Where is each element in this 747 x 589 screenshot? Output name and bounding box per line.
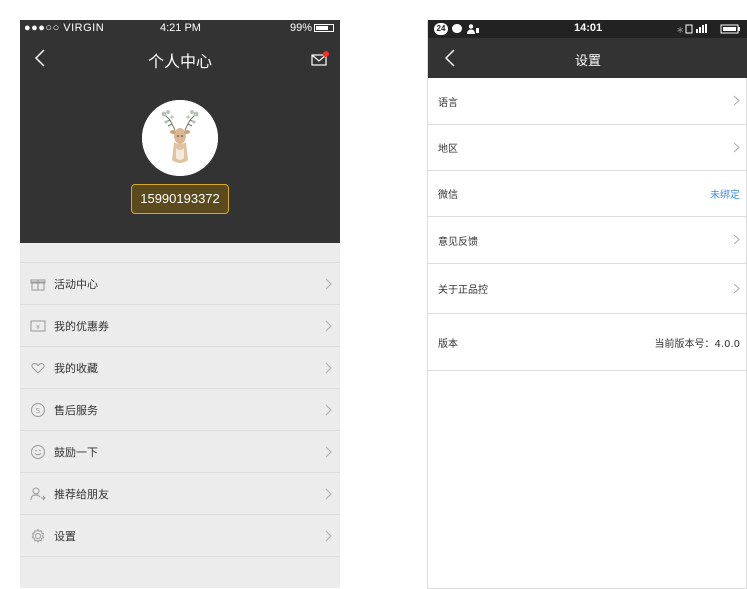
menu-item-label: 售后服务 (54, 403, 98, 417)
settings-item-label: 微信 (438, 190, 458, 201)
gift-icon (30, 279, 46, 290)
settings-item-version: 版本 当前版本号：4.0.0 (428, 314, 746, 371)
profile-menu: 活动中心 ¥ 我的优惠券 我的收藏 S 售后服务 鼓励一下 推荐给朋友 设置 (20, 243, 340, 557)
settings-menu: 语言 地区 微信 未绑定 意见反馈 关于正品控 版本 当前版本号：4.0.0 (428, 78, 746, 371)
menu-item-label: 推荐给朋友 (54, 487, 109, 501)
menu-item-recommend[interactable]: 推荐给朋友 (20, 473, 340, 515)
chevron-right-icon (325, 404, 332, 415)
chevron-right-icon (733, 283, 740, 293)
settings-item-label: 语言 (438, 97, 458, 109)
smile-icon (31, 444, 45, 459)
chevron-right-icon (733, 234, 740, 245)
menu-item-label: 设置 (54, 529, 76, 543)
settings-screen: 24 14:01 ∗ 设置 语言 地区 微信 未绑定 意见反馈 关于正品控 版本… (427, 20, 747, 589)
menu-item-my-coupons[interactable]: ¥ 我的优惠券 (20, 305, 340, 347)
settings-item-region[interactable]: 地区 (428, 125, 746, 171)
menu-item-label: 我的收藏 (54, 361, 98, 375)
profile-screen: ●●●○○ VIRGIN 4:21 PM 99% 个人中心 1599019337… (20, 20, 340, 588)
wechat-bind-status[interactable]: 未绑定 (710, 186, 740, 201)
status-time: 14:01 (574, 22, 603, 34)
notification-count-badge: 24 (434, 23, 448, 35)
svg-text:S: S (36, 407, 41, 415)
chevron-right-icon (325, 530, 332, 541)
mail-icon[interactable] (310, 50, 330, 68)
status-bar: 24 14:01 ∗ (428, 20, 747, 38)
settings-header: 设置 (428, 38, 747, 78)
menu-item-activity-center[interactable]: 活动中心 (20, 263, 340, 305)
service-icon: S (31, 402, 45, 417)
coupon-icon: ¥ (30, 320, 46, 331)
chevron-right-icon (325, 278, 332, 289)
heart-icon (31, 362, 45, 374)
chevron-right-icon (325, 488, 332, 499)
recommend-icon (30, 487, 46, 500)
status-bar: ●●●○○ VIRGIN 4:21 PM 99% (20, 20, 340, 38)
profile-header: 个人中心 15990193372 (20, 38, 340, 244)
battery-percent: 99% (289, 22, 312, 34)
settings-item-language[interactable]: 语言 (428, 78, 746, 125)
svg-text:¥: ¥ (36, 324, 40, 331)
system-status-icons: ∗ (676, 24, 740, 35)
version-number: 当前版本号：4.0.0 (654, 338, 740, 350)
menu-item-after-sales[interactable]: S 售后服务 (20, 389, 340, 431)
settings-item-about[interactable]: 关于正品控 (428, 264, 746, 314)
menu-item-settings[interactable]: 设置 (20, 515, 340, 557)
menu-item-label: 鼓励一下 (54, 445, 98, 459)
menu-item-label: 活动中心 (54, 277, 98, 291)
svg-text:∗: ∗ (676, 25, 684, 35)
settings-item-label: 关于正品控 (438, 285, 488, 296)
settings-item-wechat[interactable]: 微信 未绑定 (428, 171, 746, 217)
chevron-right-icon (325, 446, 332, 457)
menu-item-my-favorites[interactable]: 我的收藏 (20, 347, 340, 389)
contacts-icon (467, 24, 479, 34)
chat-bubble-icon (452, 24, 462, 33)
deer-avatar-icon (142, 100, 218, 176)
phone-number-badge: 15990193372 (131, 184, 229, 214)
carrier-name: ●●●○○ VIRGIN (24, 22, 105, 34)
gear-icon (31, 528, 45, 543)
settings-item-label: 地区 (438, 144, 458, 155)
page-title: 设置 (574, 54, 601, 69)
settings-item-label: 版本 (438, 338, 458, 350)
battery-indicator: 99% (290, 22, 334, 34)
chevron-right-icon (733, 142, 740, 152)
status-time: 4:21 PM (160, 22, 201, 34)
chevron-right-icon (733, 95, 740, 106)
avatar[interactable] (142, 100, 218, 176)
battery-icon (314, 24, 334, 32)
settings-item-label: 意见反馈 (438, 236, 478, 248)
settings-item-feedback[interactable]: 意见反馈 (428, 217, 746, 264)
menu-item-label: 我的优惠券 (54, 319, 109, 333)
menu-top-spacer (20, 243, 340, 263)
menu-item-encourage[interactable]: 鼓励一下 (20, 431, 340, 473)
page-title: 个人中心 (147, 52, 212, 71)
chevron-right-icon (325, 362, 332, 373)
chevron-right-icon (325, 320, 332, 331)
